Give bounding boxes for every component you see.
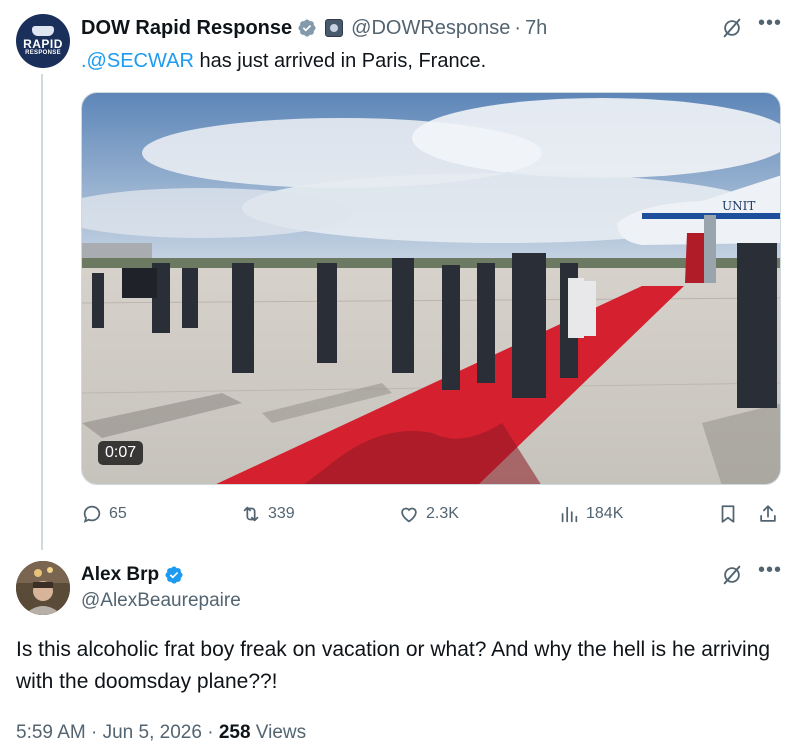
pentagon-emblem-icon — [32, 25, 54, 36]
repost-count: 339 — [268, 505, 295, 522]
tweet-text: .@SECWAR has just arrived in Paris, Fran… — [81, 48, 486, 74]
thread-connector-line — [41, 74, 43, 550]
reply-time[interactable]: 5:59 AM — [16, 722, 86, 743]
separator-dot: · — [91, 722, 98, 743]
repost-icon — [243, 506, 259, 522]
reply-author-handle[interactable]: @AlexBeaurepaire — [81, 590, 241, 612]
bookmark-icon — [721, 505, 735, 523]
reply-icon — [83, 505, 101, 523]
reply-avatar-image — [16, 561, 70, 615]
author-handle[interactable]: @DOWResponse — [351, 17, 510, 40]
like-button[interactable]: 2.3K — [398, 503, 459, 525]
like-icon — [401, 507, 417, 523]
reply-button[interactable]: 65 — [81, 503, 127, 525]
share-button[interactable] — [757, 503, 785, 525]
video-player[interactable]: UNIT 0:07 — [81, 92, 781, 485]
gov-badge-icon — [325, 19, 344, 37]
plane-lettering: UNIT — [722, 199, 755, 213]
reply-author-name[interactable]: Alex Brp — [81, 564, 159, 586]
time-ago[interactable]: 7h — [525, 17, 547, 40]
share-icon — [760, 505, 776, 522]
bookmark-button[interactable] — [717, 503, 745, 525]
separator-dot: · — [207, 722, 214, 743]
reply-count: 65 — [109, 505, 127, 522]
more-icon[interactable]: ••• — [758, 12, 782, 35]
reply-views-count: 258 — [218, 722, 251, 743]
more-icon[interactable]: ••• — [758, 559, 782, 582]
author-avatar[interactable]: RAPID RESPONSE — [16, 14, 70, 68]
like-count: 2.3K — [426, 505, 459, 522]
verified-icon[interactable] — [164, 565, 184, 585]
video-frame: UNIT — [82, 93, 780, 484]
reply-views-label: Views — [255, 722, 307, 743]
author-name[interactable]: DOW Rapid Response — [81, 17, 292, 40]
views-icon — [561, 506, 578, 523]
views-count: 184K — [586, 505, 624, 522]
tweet-header: DOW Rapid Response @DOWResponse · 7h — [81, 15, 547, 41]
tweet-action-bar: 65 339 2.3K 184K — [0, 503, 800, 529]
grok-icon[interactable] — [721, 564, 743, 586]
reply-metadata: 5:59 AM · Jun 5, 2026 · 258 Views — [16, 722, 306, 744]
separator-dot: · — [514, 16, 522, 39]
verified-icon[interactable] — [297, 18, 317, 38]
reply-date[interactable]: Jun 5, 2026 — [103, 722, 202, 743]
mention-link[interactable]: .@SECWAR — [81, 50, 194, 72]
repost-button[interactable]: 339 — [240, 503, 295, 525]
reply-text: Is this alcoholic frat boy freak on vaca… — [16, 638, 771, 693]
video-timestamp: 0:07 — [98, 441, 144, 465]
reply-author-avatar[interactable] — [16, 561, 70, 615]
reply-header: Alex Brp — [81, 563, 184, 587]
tweet-body-text: has just arrived in Paris, France. — [193, 50, 487, 72]
views-button[interactable]: 184K — [558, 503, 623, 525]
grok-icon[interactable] — [721, 17, 743, 39]
